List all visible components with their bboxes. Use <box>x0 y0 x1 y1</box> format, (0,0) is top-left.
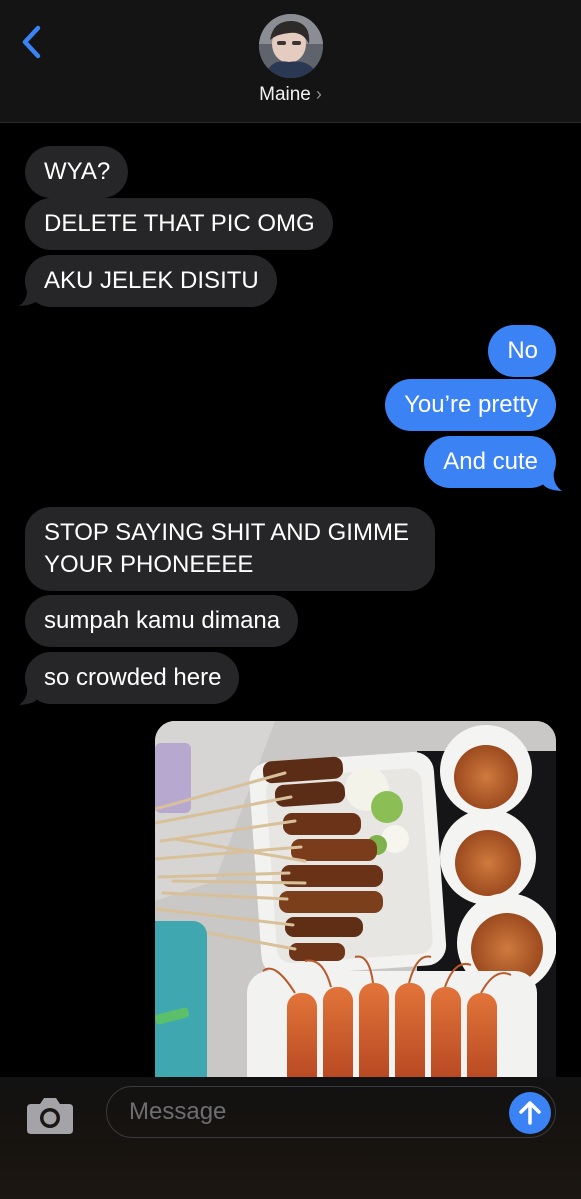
bubble-tail-outgoing <box>542 470 562 491</box>
photo-attachment[interactable] <box>155 721 556 1078</box>
bubble-tail-incoming <box>19 684 39 705</box>
message-composer <box>0 1077 581 1199</box>
arrow-up-icon <box>519 1101 541 1125</box>
chevron-left-icon <box>22 25 41 59</box>
conversation-header: Maine › <box>0 0 581 123</box>
message-thread[interactable]: WYA? DELETE THAT PIC OMG AKU JELEK DISIT… <box>0 123 581 1078</box>
bubble-tail-incoming <box>19 285 39 306</box>
message-bubble-incoming[interactable]: so crowded here <box>25 652 240 704</box>
contact-name-label: Maine <box>259 84 311 105</box>
food-photo <box>155 721 556 1078</box>
message-bubble-incoming-multiline[interactable]: STOP SAYING SHIT AND GIMME YOUR PHONEEEE <box>25 507 435 591</box>
message-bubble-incoming[interactable]: WYA? <box>25 146 129 198</box>
message-bubble-incoming[interactable]: AKU JELEK DISITU <box>25 255 277 307</box>
message-bubble-outgoing[interactable]: No <box>488 325 556 377</box>
message-input[interactable] <box>106 1086 556 1138</box>
back-button[interactable] <box>14 20 50 64</box>
camera-icon <box>27 1098 73 1134</box>
message-bubble-outgoing[interactable]: And cute <box>424 436 556 488</box>
avatar-photo <box>259 14 323 78</box>
chevron-right-icon: › <box>315 84 322 104</box>
contact-avatar[interactable] <box>259 14 323 78</box>
message-bubble-incoming[interactable]: DELETE THAT PIC OMG <box>25 198 333 250</box>
message-text-line: YOUR PHONEEEE <box>44 551 254 578</box>
message-bubble-incoming[interactable]: sumpah kamu dimana <box>25 595 299 647</box>
send-button[interactable] <box>509 1092 551 1134</box>
camera-button[interactable] <box>25 1094 75 1136</box>
message-bubble-outgoing[interactable]: You’re pretty <box>385 379 556 431</box>
message-text-line: STOP SAYING SHIT AND GIMME <box>44 519 409 546</box>
contact-name-button[interactable]: Maine › <box>0 84 581 106</box>
